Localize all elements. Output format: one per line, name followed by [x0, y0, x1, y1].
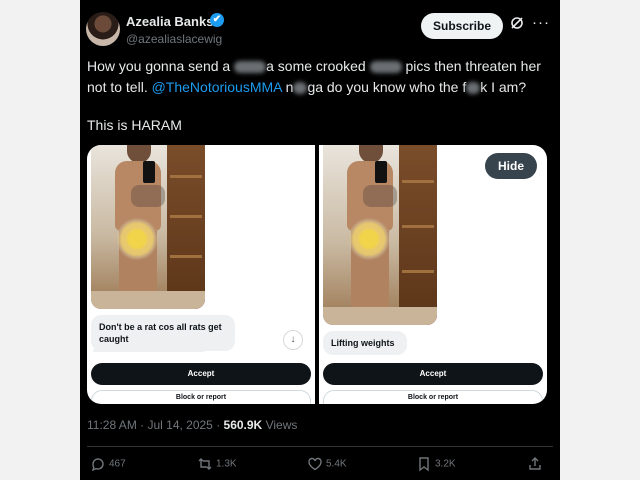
views-label: Views — [262, 418, 298, 432]
censored-word — [466, 82, 481, 95]
tweet-card: Azealia Banks ✔ @azealiaslacewig Subscri… — [80, 0, 560, 480]
divider — [87, 446, 553, 447]
reply-count: 467 — [109, 458, 126, 470]
tweet-text-line: This is HARAM — [87, 117, 182, 133]
censor-blur — [117, 219, 157, 259]
scroll-down-icon: ↓ — [283, 330, 303, 350]
bookmark-count: 3.2K — [435, 458, 456, 470]
heart-icon — [308, 457, 322, 471]
left-margin — [0, 0, 80, 480]
repost-count: 1.3K — [216, 458, 237, 470]
media-image-left[interactable]: Don't be a rat cos all rats get caught ↓… — [87, 145, 315, 404]
author-handle[interactable]: @azealiaslacewig — [126, 32, 222, 46]
action-bar: 467 1.3K 5.4K 3.2K — [87, 456, 553, 478]
repost-icon — [198, 458, 212, 470]
media-grid[interactable]: Don't be a rat cos all rats get caught ↓… — [87, 145, 547, 404]
right-margin — [560, 0, 640, 480]
repost-button[interactable]: 1.3K — [197, 456, 237, 472]
reply-button[interactable]: 467 — [90, 456, 126, 472]
views-count: 560.9K — [223, 418, 263, 432]
mention-link[interactable]: @TheNotoriousMMA — [152, 79, 282, 95]
reply-input-bar — [93, 349, 205, 352]
dm-message: Don't be a rat cos all rats get caught — [91, 315, 235, 351]
verified-badge-icon: ✔ — [210, 13, 224, 27]
reply-icon — [91, 458, 104, 472]
bookmark-icon — [419, 457, 429, 472]
more-options-icon[interactable]: ··· — [532, 14, 550, 31]
like-count: 5.4K — [326, 458, 347, 470]
accept-button: Accept — [323, 363, 543, 385]
like-button[interactable]: 5.4K — [307, 456, 347, 472]
tweet-text: How you gonna send a a some crooked pics… — [87, 58, 541, 95]
accept-button: Accept — [91, 363, 311, 385]
block-report-button: Block or report — [91, 390, 311, 404]
grok-icon[interactable] — [510, 16, 524, 30]
share-button[interactable] — [527, 456, 546, 472]
block-report-button: Block or report — [323, 390, 543, 404]
censored-word — [234, 61, 267, 74]
tweet-meta: 11:28 AM · Jul 14, 2025 · 560.9K Views — [87, 418, 297, 432]
author-name[interactable]: Azealia Banks — [126, 14, 213, 29]
avatar[interactable] — [86, 12, 120, 46]
share-icon — [529, 457, 541, 470]
subscribe-button[interactable]: Subscribe — [421, 13, 503, 39]
media-image-right[interactable]: Hide Lifting weights Accept Block or rep… — [319, 145, 547, 404]
timestamp[interactable]: 11:28 AM · Jul 14, 2025 · — [87, 418, 224, 432]
photo-right — [323, 145, 437, 325]
dm-message: Lifting weights — [323, 331, 407, 355]
photo-left — [91, 145, 205, 309]
hide-button[interactable]: Hide — [485, 153, 537, 179]
censor-blur — [349, 219, 389, 259]
censored-word — [293, 82, 308, 95]
censored-word — [369, 61, 402, 74]
bookmark-button[interactable]: 3.2K — [416, 456, 456, 472]
